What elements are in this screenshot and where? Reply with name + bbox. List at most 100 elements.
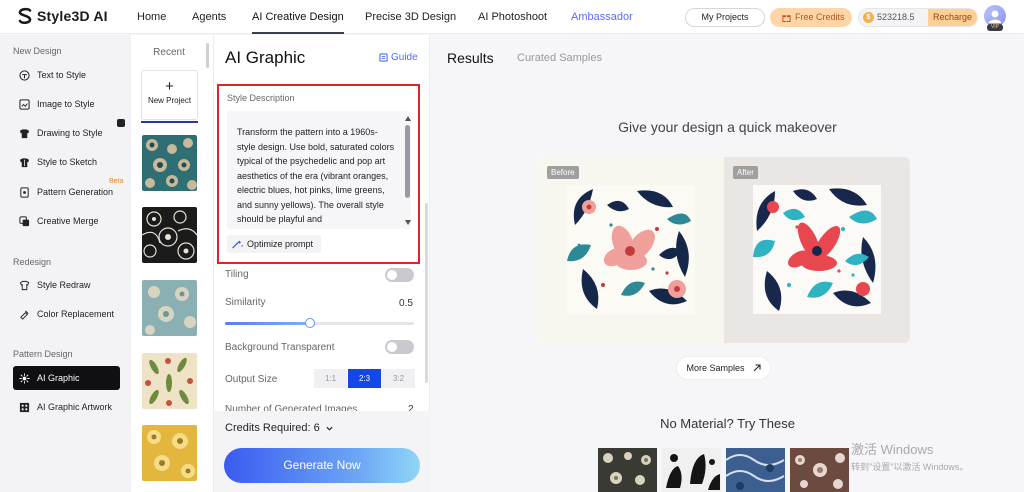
sidebar-item-style-to-sketch[interactable]: Style to Sketch [13,150,120,174]
sidebar-item-pattern-generation[interactable]: Pattern Generation [13,180,120,204]
generated-images-label: Number of Generated Images [225,404,358,411]
sample-material[interactable] [662,448,721,492]
tab-curated-samples[interactable]: Curated Samples [517,52,602,64]
recent-thumbnail[interactable] [142,207,197,263]
background-transparent-toggle[interactable] [385,340,414,354]
chevron-down-icon [326,426,333,431]
style-description-textarea[interactable]: Transform the pattern into a 1960s-style… [227,111,411,229]
similarity-slider-handle[interactable] [305,318,316,328]
free-credits-label: Free Credits [795,12,845,22]
coin-icon: $ [863,12,874,23]
more-samples-button[interactable]: More Samples [677,357,770,379]
before-badge: Before [547,166,579,179]
similarity-slider[interactable] [225,318,414,328]
recent-scrollbar[interactable] [206,43,209,68]
settings-panel: AI Graphic Guide Style Description Trans… [214,35,430,492]
sidebar-item-label: AI Graphic Artwork [37,402,113,412]
gift-icon [782,15,791,22]
generate-now-button[interactable]: Generate Now [224,448,420,483]
artwork-icon [19,402,30,412]
new-project-underline [141,121,198,123]
sketch-icon [19,157,30,167]
no-material-heading: No Material? Try These [660,416,795,431]
sidebar-item-label: Drawing to Style [37,128,103,138]
textarea-scrollbar-thumb[interactable] [405,125,410,198]
style3d-logo-icon [18,7,32,24]
new-project-label: New Project [147,96,192,105]
recent-thumbnail[interactable] [142,135,197,191]
scroll-up-arrow-icon[interactable] [405,116,411,121]
sidebar-item-ai-graphic[interactable]: AI Graphic [13,366,120,390]
panel-footer: Credits Required: 6 Generate Now [214,411,430,492]
drawing-shirt-icon [19,128,30,138]
sidebar-item-label: Color Replacement [37,309,115,319]
windows-activation-watermark: 激活 Windows 转到"设置"以激活 Windows。 [851,439,968,473]
brand-name: Style3D AI [37,8,108,24]
sidebar-item-label: Creative Merge [37,216,99,226]
sidebar-item-image-to-style[interactable]: Image to Style [13,92,120,116]
sidebar-item-label: Pattern Generation [37,187,114,197]
optimize-prompt-label: Optimize prompt [247,239,314,249]
ratio-1-1[interactable]: 1:1 [314,369,347,388]
balance-value: 523218.5 [877,12,915,22]
recent-thumbnail-image [142,207,197,263]
recent-thumbnail[interactable] [142,280,197,336]
more-samples-label: More Samples [686,363,745,373]
sidebar-item-text-to-style[interactable]: Text to Style [13,63,120,87]
sidebar-item-drawing-to-style[interactable]: Drawing to Style [13,121,120,145]
ratio-2-3[interactable]: 2:3 [348,369,381,388]
recent-thumbnail[interactable] [142,425,197,481]
sidebar-item-label: Style Redraw [37,280,91,290]
image-shirt-icon [19,98,30,110]
tiling-toggle[interactable] [385,268,414,282]
new-project-button[interactable]: + New Project [141,70,198,120]
top-navigation-bar: Style3D AI Home Agents AI Creative Desig… [0,0,1024,34]
results-area: Results Curated Samples Give your design… [431,35,1024,492]
merge-icon [19,215,30,226]
credit-balance: $ 523218.5 Recharge [858,8,978,27]
sidebar-item-color-replacement[interactable]: Color Replacement [13,302,120,326]
panel-scrollbar[interactable] [425,203,428,383]
nav-agents[interactable]: Agents [192,0,226,34]
my-projects-button[interactable]: My Projects [685,8,765,27]
section-redesign: Redesign [13,257,52,267]
graphic-icon [19,372,30,384]
sidebar-item-label: Image to Style [37,99,95,109]
sidebar-item-ai-graphic-artwork[interactable]: AI Graphic Artwork [13,395,120,419]
brand-logo[interactable]: Style3D AI [17,7,108,25]
nav-precise-3d-design[interactable]: Precise 3D Design [365,0,456,34]
sidebar-item-style-redraw[interactable]: Style Redraw [13,273,120,297]
sample-material[interactable] [790,448,849,492]
scroll-down-arrow-icon[interactable] [405,220,411,225]
similarity-slider-fill [225,322,311,325]
credits-required[interactable]: Credits Required: 6 [225,422,333,434]
sidebar-item-label: AI Graphic [37,373,80,383]
sample-material[interactable] [726,448,785,492]
sample-material[interactable] [598,448,657,492]
similarity-value: 0.5 [399,298,413,309]
sample-material-image [790,448,849,492]
sidebar-item-creative-merge[interactable]: Creative Merge [13,209,120,233]
style-description-label: Style Description [227,93,295,103]
recharge-button[interactable]: Recharge [927,9,977,26]
nav-home[interactable]: Home [137,0,166,34]
nav-ambassador[interactable]: Ambassador [571,0,633,34]
optimize-prompt-button[interactable]: Optimize prompt [227,235,321,253]
before-pattern-image [567,185,695,314]
color-icon [20,309,29,320]
recent-thumbnail-image [142,280,197,336]
nav-ai-creative-design[interactable]: AI Creative Design [252,0,344,34]
guide-link[interactable]: Guide [379,52,418,63]
ratio-3-2[interactable]: 3:2 [382,369,415,388]
watermark-line-1: 激活 Windows [851,442,934,457]
shirt-text-icon [19,69,30,81]
magic-wand-icon [232,240,243,249]
recent-thumbnail[interactable] [142,353,197,409]
after-badge: After [733,166,758,179]
nav-ai-photoshoot[interactable]: AI Photoshoot [478,0,547,34]
sidebar-item-label: Text to Style [37,70,87,80]
free-credits-button[interactable]: Free Credits [770,8,852,27]
panel-title: AI Graphic [225,48,306,67]
tab-results[interactable]: Results [447,50,494,66]
recent-thumbnail-image [142,425,197,481]
